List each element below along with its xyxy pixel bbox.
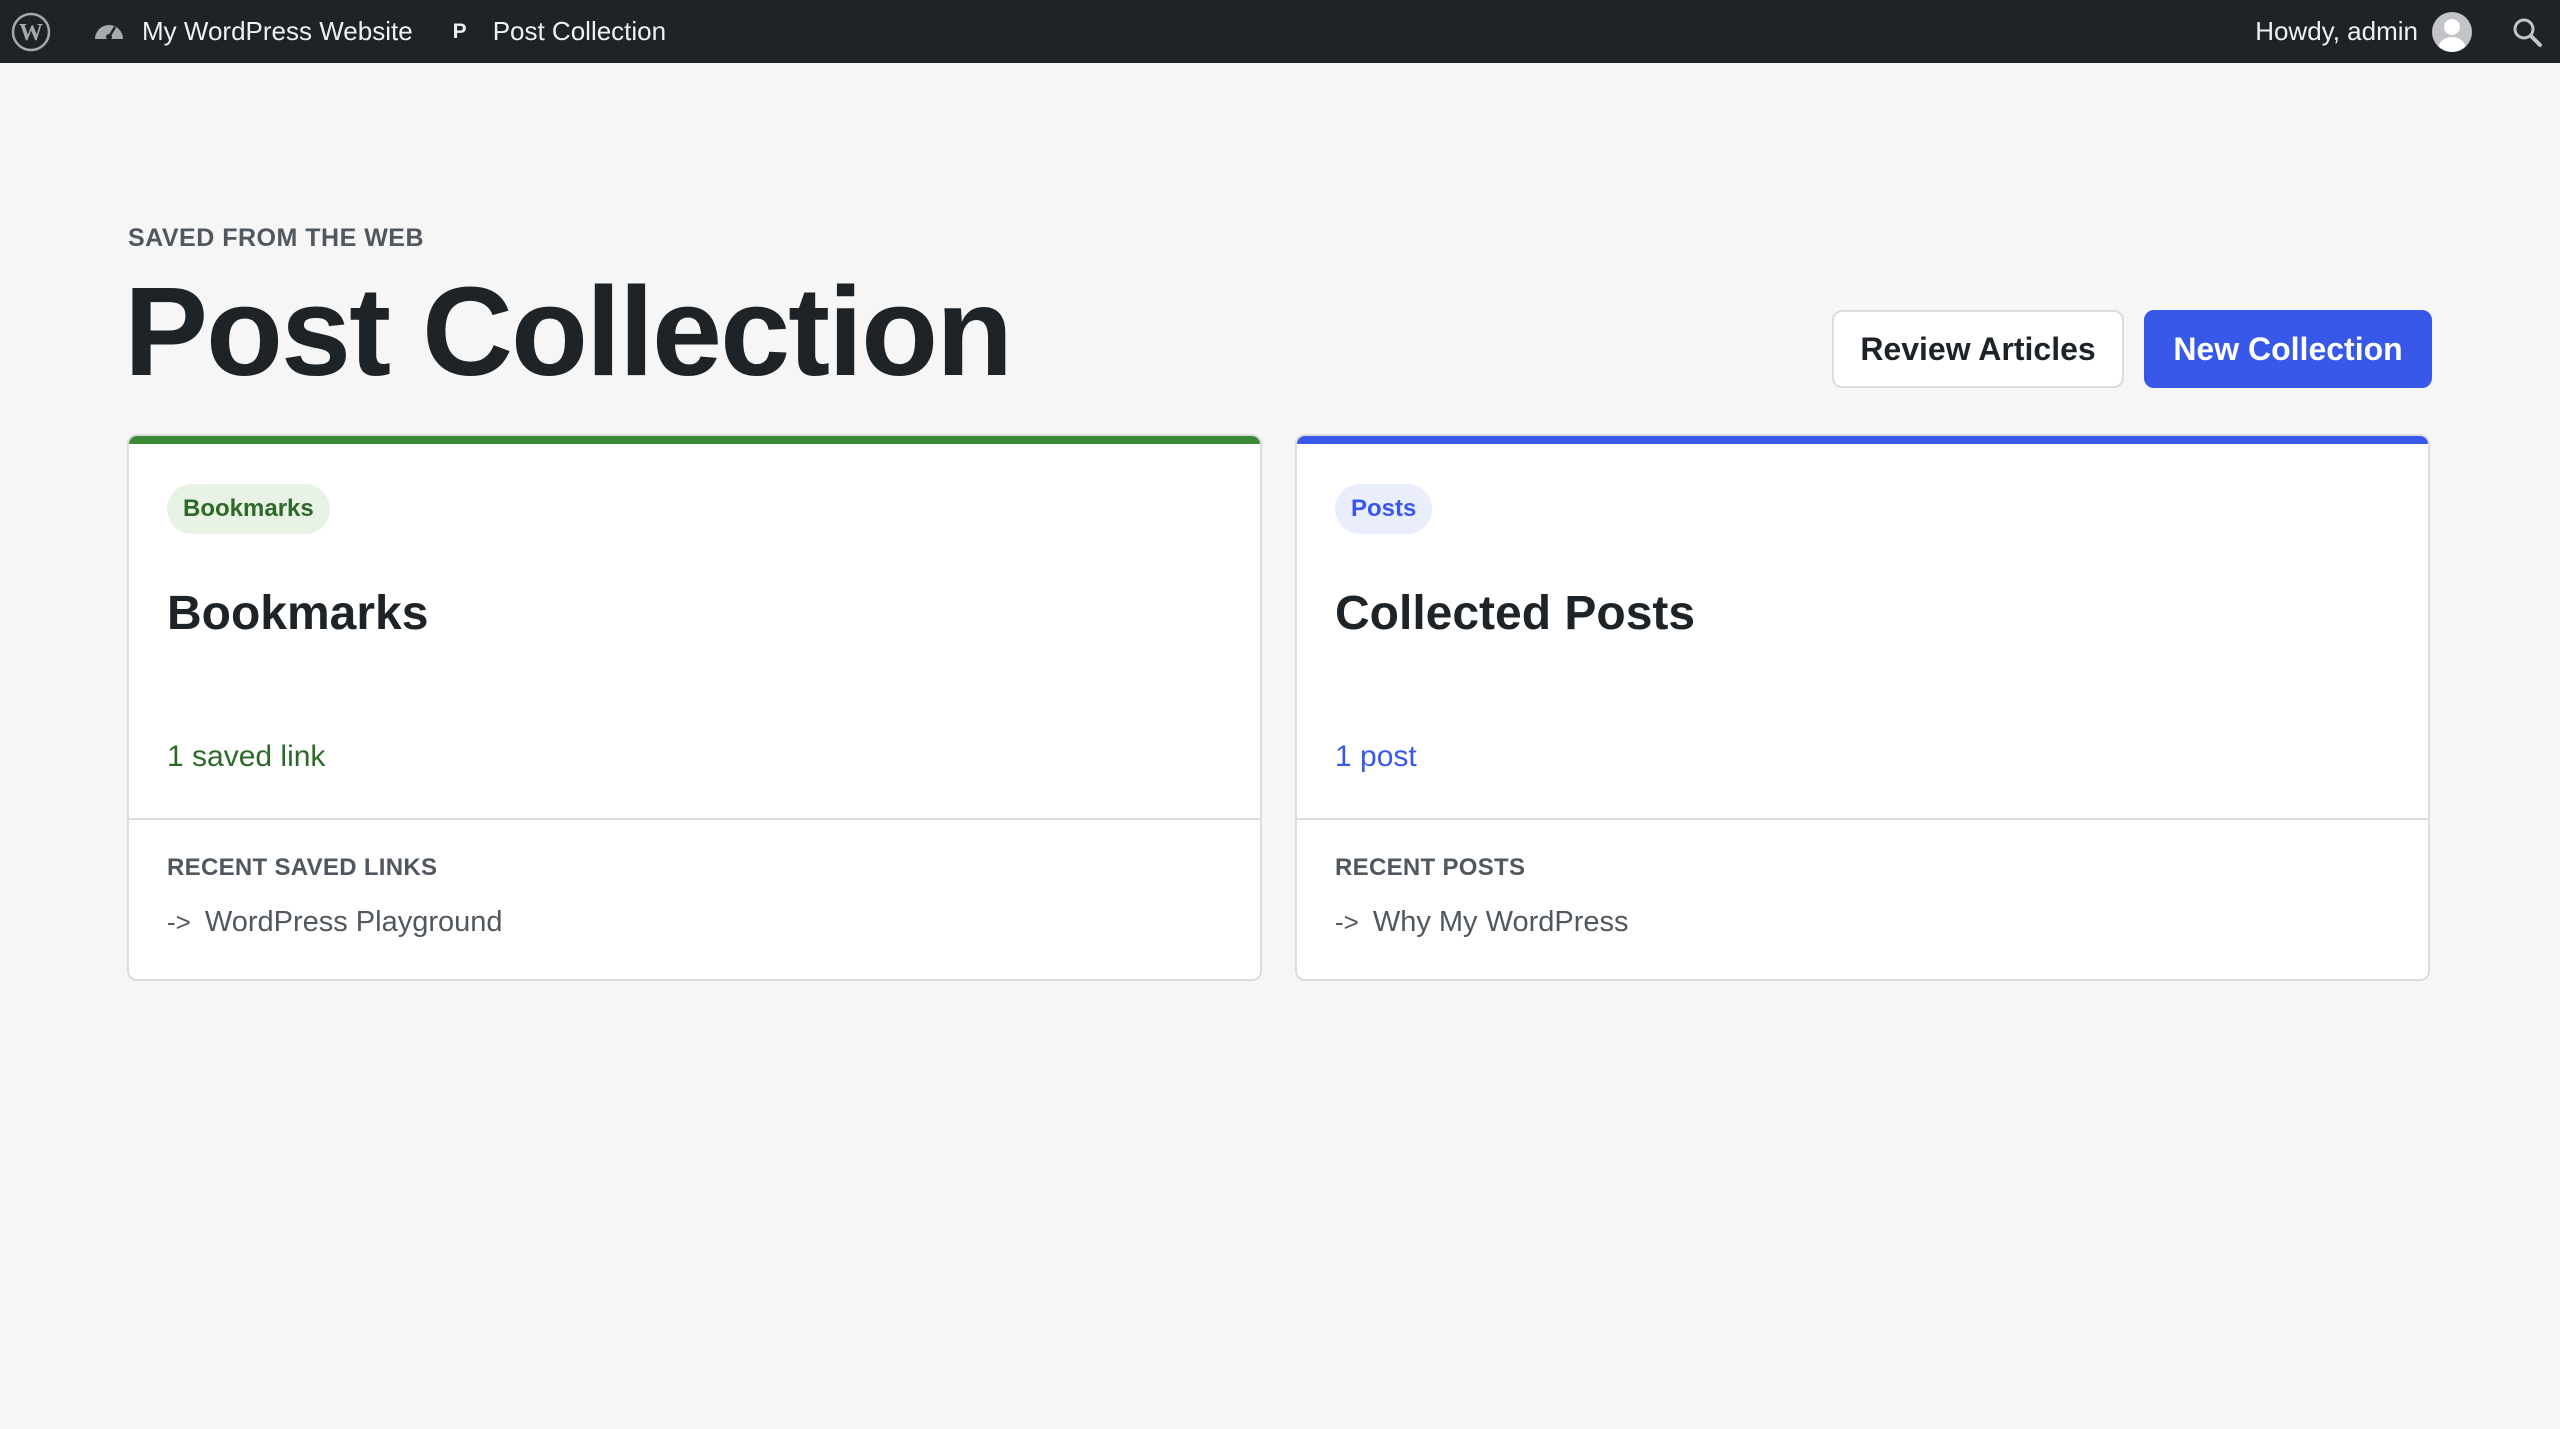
card-badge: Posts <box>1335 484 1433 534</box>
card-divider <box>1297 818 2428 820</box>
plugin-menu[interactable]: P Post Collection <box>453 0 666 63</box>
card-divider <box>129 818 1260 820</box>
card-badge: Bookmarks <box>167 484 330 534</box>
review-articles-button[interactable]: Review Articles <box>1832 310 2124 388</box>
wordpress-logo-icon[interactable]: W <box>10 11 52 53</box>
plugin-icon: P <box>452 19 467 43</box>
recent-item-link[interactable]: -> WordPress Playground <box>167 906 503 939</box>
collection-card-bookmarks[interactable]: Bookmarks Bookmarks 1 saved link RECENT … <box>127 434 1262 981</box>
search-icon[interactable] <box>2510 15 2544 49</box>
collection-card-posts[interactable]: Posts Collected Posts 1 post RECENT POST… <box>1295 434 2430 981</box>
account-menu[interactable]: Howdy, admin <box>2255 0 2510 63</box>
greeting: Howdy, admin <box>2255 16 2418 46</box>
plugin-name: Post Collection <box>492 16 667 46</box>
page-title: Post Collection <box>124 261 1013 402</box>
recent-label: RECENT POSTS <box>1335 854 1526 881</box>
recent-item-title[interactable]: WordPress Playground <box>205 906 503 939</box>
wordpress-menu[interactable]: W <box>0 0 52 63</box>
new-collection-button[interactable]: New Collection <box>2144 310 2432 388</box>
dashboard-icon <box>95 24 123 40</box>
recent-label: RECENT SAVED LINKS <box>167 854 438 881</box>
page-eyebrow: SAVED FROM THE WEB <box>128 224 425 252</box>
card-title[interactable]: Collected Posts <box>1335 586 1695 641</box>
arrow-icon: -> <box>1335 907 1359 937</box>
arrow-icon: -> <box>167 907 191 937</box>
recent-item-link[interactable]: -> Why My WordPress <box>1335 906 1629 939</box>
avatar <box>2432 11 2472 52</box>
site-name-menu[interactable]: My WordPress Website <box>92 0 413 63</box>
card-accent-bar <box>129 436 1260 444</box>
card-count: 1 saved link <box>167 740 326 773</box>
svg-text:W: W <box>19 20 43 46</box>
site-name: My WordPress Website <box>142 16 413 46</box>
card-count: 1 post <box>1335 740 1417 773</box>
card-title[interactable]: Bookmarks <box>167 586 428 641</box>
card-accent-bar <box>1297 436 2428 444</box>
recent-item-title[interactable]: Why My WordPress <box>1373 906 1629 939</box>
admin-bar: W My WordPress Website P Post Collection… <box>0 0 2560 63</box>
